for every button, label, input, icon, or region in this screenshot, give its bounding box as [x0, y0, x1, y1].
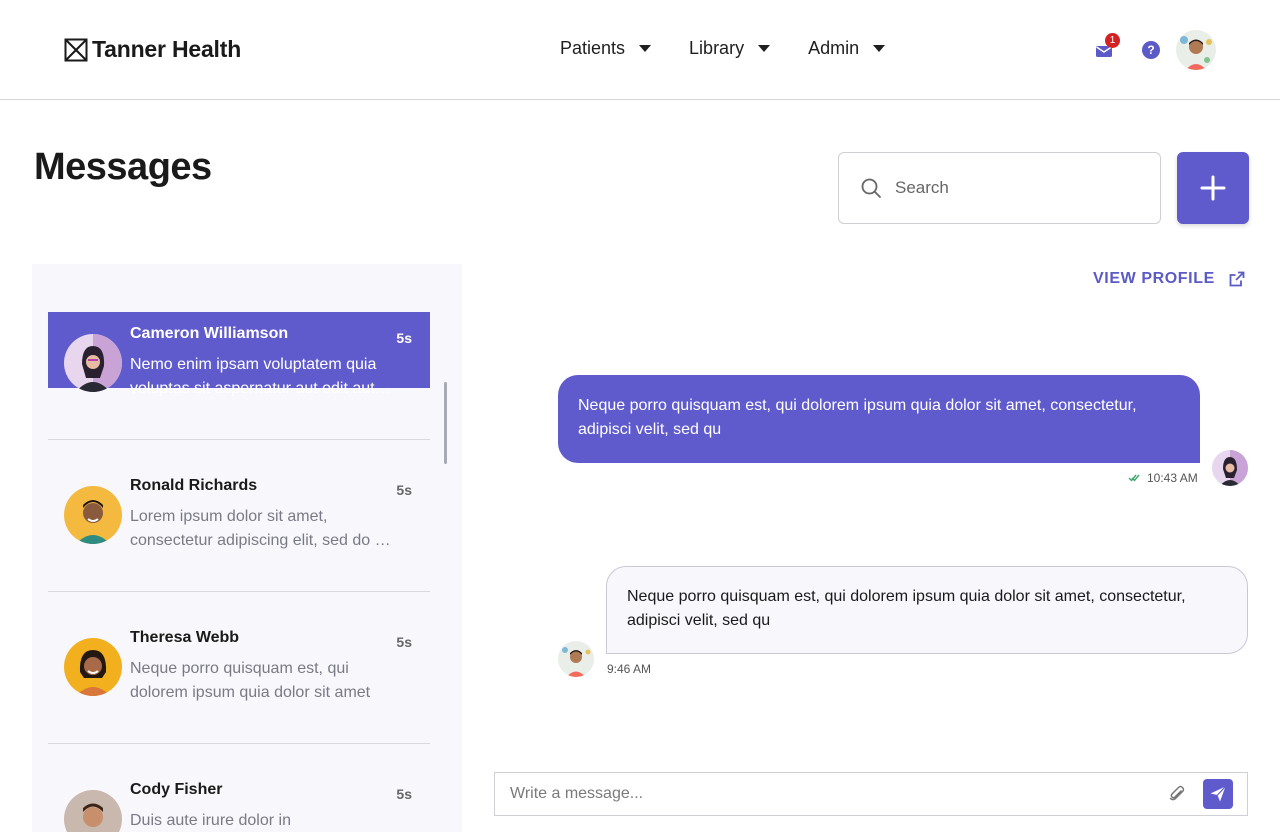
- divider: [48, 439, 430, 440]
- conversation-name: Cody Fisher: [130, 781, 223, 798]
- help-icon[interactable]: ?: [1142, 41, 1160, 59]
- top-navigation-bar: Tanner Health Patients Library Admin 1 ?: [0, 0, 1280, 100]
- conversation-item-theresa[interactable]: Theresa Webb 5s Neque porro quisquam est…: [48, 616, 430, 701]
- header-actions: 1 ?: [1094, 30, 1216, 70]
- brand-logo[interactable]: Tanner Health: [64, 36, 241, 63]
- conversation-preview: Nemo enim ipsam voluptatem quia voluptas…: [130, 356, 394, 397]
- outgoing-message-meta: 10:43 AM: [1128, 471, 1198, 485]
- search-icon: [861, 178, 881, 198]
- nav-admin[interactable]: Admin: [808, 38, 886, 59]
- conversation-preview: Lorem ipsum dolor sit amet, consectetur …: [130, 508, 394, 549]
- avatar: [64, 638, 122, 696]
- message-input[interactable]: [510, 785, 1150, 803]
- new-message-button[interactable]: [1177, 152, 1249, 224]
- chevron-down-icon: [639, 45, 652, 52]
- nav-library-label: Library: [689, 38, 745, 58]
- conversation-preview: Duis aute irure dolor in: [130, 812, 291, 829]
- plus-icon: [1200, 175, 1226, 201]
- conversation-preview: Neque porro quisquam est, qui dolorem ip…: [130, 660, 371, 701]
- message-timestamp: 9:46 AM: [607, 662, 652, 676]
- nav-admin-label: Admin: [808, 38, 860, 58]
- avatar: [64, 486, 122, 544]
- logo-box-icon: [64, 38, 88, 61]
- nav-library[interactable]: Library: [689, 38, 771, 59]
- nav-patients[interactable]: Patients: [560, 38, 652, 59]
- conversation-name: Theresa Webb: [130, 629, 240, 646]
- message-text-line: adipisci velit, sed qu: [578, 421, 722, 438]
- conversation-item-ronald[interactable]: Ronald Richards 5s Lorem ipsum dolor sit…: [48, 464, 430, 549]
- mail-button[interactable]: 1: [1094, 33, 1120, 61]
- page-title: Messages: [34, 146, 212, 188]
- brand-name: Tanner Health: [92, 36, 242, 62]
- conversation-item-cody[interactable]: Cody Fisher 5s Duis aute irure dolor in: [48, 768, 430, 832]
- conversation-time: 5s: [396, 786, 412, 802]
- chevron-down-icon: [873, 45, 886, 52]
- view-profile-link[interactable]: VIEW PROFILE: [1093, 270, 1245, 288]
- divider: [48, 591, 430, 592]
- conversation-scrollbar[interactable]: [444, 382, 447, 464]
- incoming-message-bubble: Neque porro quisquam est, qui dolorem ip…: [606, 566, 1248, 654]
- user-avatar[interactable]: [1176, 30, 1216, 70]
- send-button[interactable]: [1203, 779, 1233, 809]
- avatar: [558, 641, 594, 677]
- avatar: [64, 334, 122, 392]
- conversation-time: 5s: [396, 482, 412, 498]
- outgoing-message-bubble: Neque porro quisquam est, qui dolorem ip…: [558, 375, 1200, 463]
- conversation-name: Ronald Richards: [130, 477, 258, 494]
- search-input[interactable]: [895, 178, 1135, 198]
- chevron-down-icon: [758, 45, 771, 52]
- view-profile-label: VIEW PROFILE: [1093, 270, 1215, 287]
- send-icon: [1210, 786, 1226, 802]
- conversation-name: Cameron Williamson: [130, 325, 289, 342]
- paperclip-icon[interactable]: [1167, 784, 1187, 804]
- message-text-line: Neque porro quisquam est, qui dolorem ip…: [578, 397, 1137, 414]
- message-composer[interactable]: [494, 772, 1248, 816]
- search-box[interactable]: [838, 152, 1161, 224]
- external-link-icon: [1229, 271, 1245, 287]
- message-timestamp: 10:43 AM: [1147, 471, 1198, 485]
- notification-badge: 1: [1105, 33, 1120, 48]
- double-check-icon: [1128, 474, 1140, 482]
- main-nav: Patients Library Admin: [560, 38, 886, 59]
- conversation-item-cameron[interactable]: Cameron Williamson 5s Nemo enim ipsam vo…: [48, 312, 430, 397]
- message-text-line: adipisci velit, sed qu: [627, 612, 771, 629]
- user-avatar-image: [1176, 30, 1216, 70]
- conversation-time: 5s: [396, 330, 412, 346]
- divider: [48, 743, 430, 744]
- avatar: [1212, 450, 1248, 486]
- conversation-time: 5s: [396, 634, 412, 650]
- message-text-line: Neque porro quisquam est, qui dolorem ip…: [627, 588, 1186, 605]
- avatar: [64, 790, 122, 832]
- nav-patients-label: Patients: [560, 38, 626, 58]
- conversation-list[interactable]: Cameron Williamson 5s Nemo enim ipsam vo…: [32, 264, 462, 832]
